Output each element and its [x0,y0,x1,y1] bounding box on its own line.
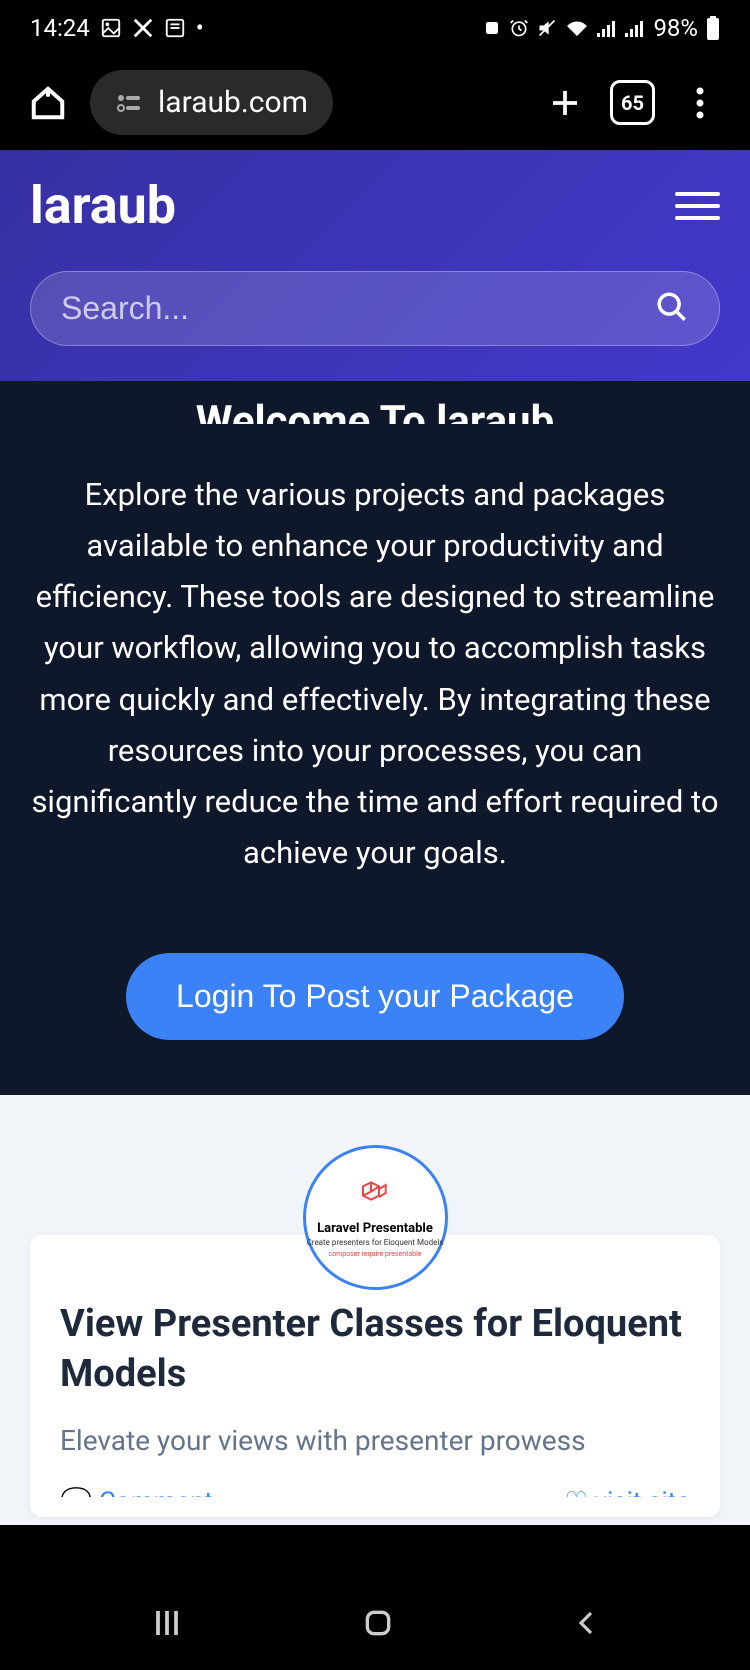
site-header-top: laraub [30,175,720,236]
status-left: 14:24 • [30,14,204,42]
hero-title: Welcome To laraub [196,397,554,424]
new-tab-button[interactable] [540,78,590,128]
hero-description: Explore the various projects and package… [20,469,730,878]
heart-icon: ♡ [565,1487,588,1497]
card-footer: 💬 Comment ♡ visit site [60,1487,690,1497]
package-badge: Laravel Presentable Create presenters fo… [303,1145,448,1290]
browser-menu-button[interactable] [675,78,725,128]
recent-apps-button[interactable] [149,1605,185,1641]
back-nav-button[interactable] [571,1608,601,1638]
alarm-icon [509,18,529,38]
signal-icon-2 [625,19,645,37]
badge-subtitle: Create presenters for Eloquent Models [307,1238,444,1247]
wifi-icon [565,18,589,38]
site-header: laraub [0,150,750,381]
mute-icon [537,18,557,38]
card-title: View Presenter Classes for Eloquent Mode… [60,1300,690,1399]
site-logo[interactable]: laraub [30,175,176,236]
home-nav-button[interactable] [362,1607,394,1639]
comment-link[interactable]: 💬 Comment [60,1487,213,1497]
badge-tag: composer require presentable [328,1250,421,1258]
tab-switcher-button[interactable]: 65 [610,80,655,125]
laravel-icon [359,1177,391,1216]
status-right: 98% [483,14,720,42]
url-bar[interactable]: laraub.com [90,70,333,135]
system-nav-bar [0,1575,750,1670]
search-input[interactable] [61,290,655,327]
hero-section: Welcome To laraub Explore the various pr… [0,381,750,1095]
search-icon[interactable] [655,290,689,328]
search-container[interactable] [30,271,720,346]
badge-title: Laravel Presentable [317,1221,433,1236]
battery-icon [706,16,720,40]
tab-count: 65 [621,91,644,115]
visit-link[interactable]: ♡ visit site [565,1487,690,1497]
comment-icon: 💬 [60,1487,92,1497]
site-settings-icon[interactable] [115,91,143,115]
card-section: Laravel Presentable Create presenters fo… [0,1095,750,1525]
image-icon [100,17,122,39]
status-bar: 14:24 • 98% [0,0,750,55]
more-indicator: • [196,14,204,42]
login-button[interactable]: Login To Post your Package [126,953,624,1040]
news-icon [164,17,186,39]
url-text: laraub.com [158,85,308,120]
hero-title-container: Welcome To laraub [20,381,730,424]
app-icon [483,19,501,37]
status-time: 14:24 [30,14,90,42]
x-icon [132,17,154,39]
signal-icon-1 [597,19,617,37]
battery-percent: 98% [653,14,698,42]
browser-chrome: laraub.com 65 [0,55,750,150]
card-description: Elevate your views with presenter prowes… [60,1424,690,1457]
menu-button[interactable] [675,192,720,220]
home-button[interactable] [25,80,70,125]
